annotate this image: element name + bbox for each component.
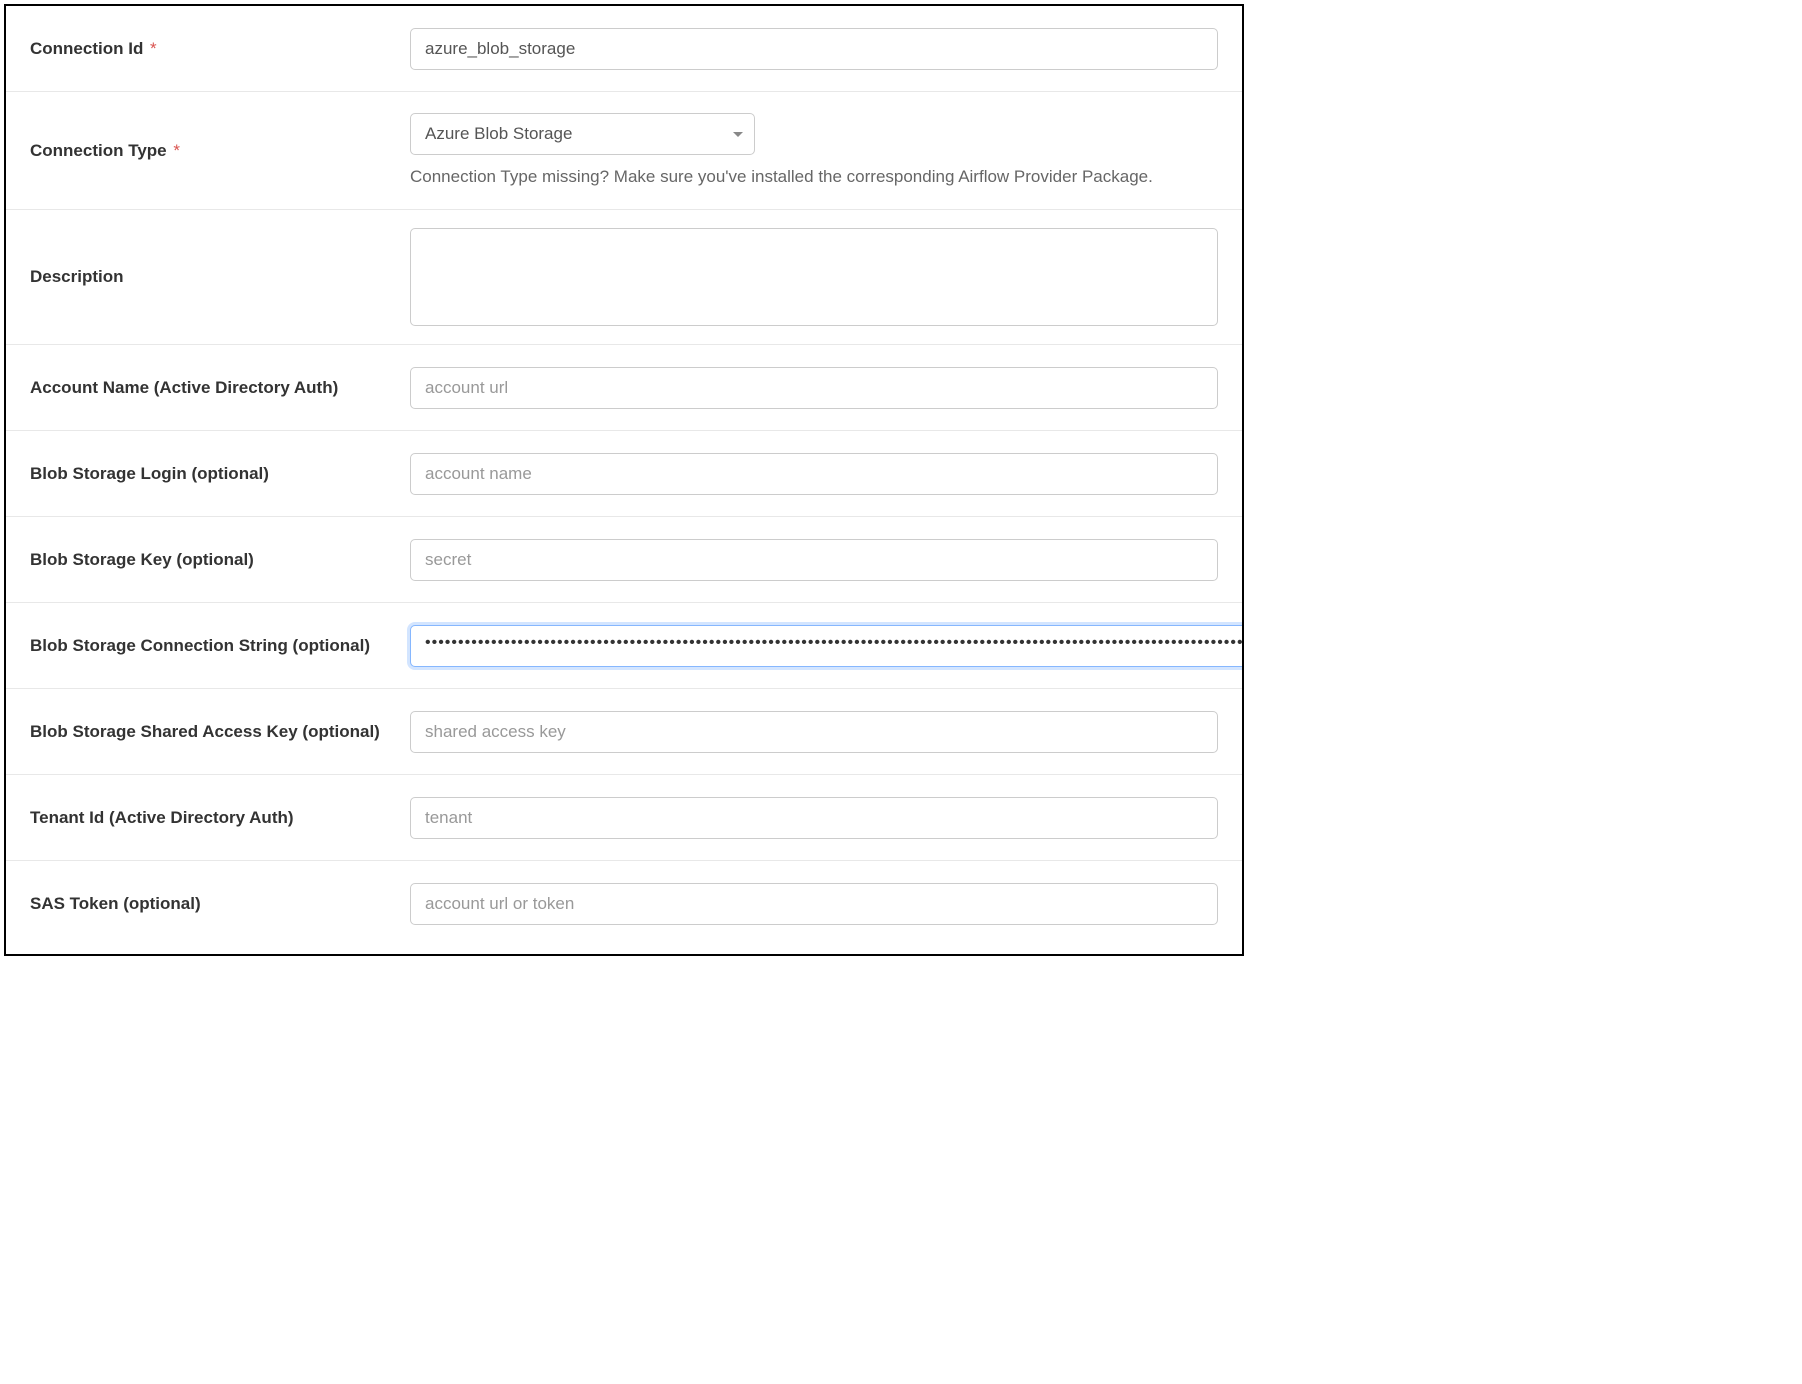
label-cell: Tenant Id (Active Directory Auth) bbox=[30, 806, 410, 830]
label-cell: Blob Storage Connection String (optional… bbox=[30, 634, 410, 658]
label-cell: Blob Storage Login (optional) bbox=[30, 462, 410, 486]
connection-id-input[interactable] bbox=[410, 28, 1218, 70]
label-cell: SAS Token (optional) bbox=[30, 892, 410, 916]
label-text: Connection Id bbox=[30, 39, 143, 58]
label-cell: Account Name (Active Directory Auth) bbox=[30, 376, 410, 400]
field-cell: Azure Blob Storage Connection Type missi… bbox=[410, 113, 1218, 189]
row-sas-token: SAS Token (optional) bbox=[6, 861, 1242, 947]
field-cell bbox=[410, 228, 1218, 326]
blob-storage-conn-string-label: Blob Storage Connection String (optional… bbox=[30, 636, 370, 655]
account-name-ad-input[interactable] bbox=[410, 367, 1218, 409]
row-tenant-id: Tenant Id (Active Directory Auth) bbox=[6, 775, 1242, 861]
label-cell: Description bbox=[30, 265, 410, 289]
description-label: Description bbox=[30, 267, 124, 286]
row-blob-storage-conn-string: Blob Storage Connection String (optional… bbox=[6, 603, 1242, 689]
account-name-ad-label: Account Name (Active Directory Auth) bbox=[30, 378, 338, 397]
required-star: * bbox=[145, 39, 156, 58]
connection-id-label: Connection Id * bbox=[30, 39, 157, 58]
field-cell bbox=[410, 453, 1218, 495]
connection-type-help-text: Connection Type missing? Make sure you'v… bbox=[410, 165, 1218, 189]
description-textarea[interactable] bbox=[410, 228, 1218, 326]
field-cell bbox=[410, 28, 1218, 70]
tenant-id-label: Tenant Id (Active Directory Auth) bbox=[30, 808, 294, 827]
label-cell: Blob Storage Key (optional) bbox=[30, 548, 410, 572]
blob-storage-login-label: Blob Storage Login (optional) bbox=[30, 464, 269, 483]
row-blob-storage-login: Blob Storage Login (optional) bbox=[6, 431, 1242, 517]
label-cell: Connection Type * bbox=[30, 139, 410, 163]
blob-storage-shared-key-input[interactable] bbox=[410, 711, 1218, 753]
blob-storage-shared-key-label: Blob Storage Shared Access Key (optional… bbox=[30, 722, 380, 741]
row-blob-storage-key: Blob Storage Key (optional) bbox=[6, 517, 1242, 603]
blob-storage-key-input[interactable] bbox=[410, 539, 1218, 581]
select-wrap: Azure Blob Storage bbox=[410, 113, 755, 155]
connection-form: Connection Id * Connection Type * Azure … bbox=[4, 4, 1244, 956]
connection-type-select[interactable]: Azure Blob Storage bbox=[410, 113, 755, 155]
sas-token-input[interactable] bbox=[410, 883, 1218, 925]
tenant-id-input[interactable] bbox=[410, 797, 1218, 839]
connection-type-label: Connection Type * bbox=[30, 141, 180, 160]
label-text: Connection Type bbox=[30, 141, 167, 160]
field-cell bbox=[410, 539, 1218, 581]
blob-storage-key-label: Blob Storage Key (optional) bbox=[30, 550, 254, 569]
field-cell bbox=[410, 797, 1218, 839]
label-cell: Blob Storage Shared Access Key (optional… bbox=[30, 720, 410, 744]
sas-token-label: SAS Token (optional) bbox=[30, 894, 201, 913]
blob-storage-login-input[interactable] bbox=[410, 453, 1218, 495]
blob-storage-conn-string-input[interactable]: ••••••••••••••••••••••••••••••••••••••••… bbox=[410, 625, 1244, 667]
field-cell bbox=[410, 883, 1218, 925]
field-cell bbox=[410, 367, 1218, 409]
label-cell: Connection Id * bbox=[30, 37, 410, 61]
field-cell: ••••••••••••••••••••••••••••••••••••••••… bbox=[410, 625, 1244, 667]
row-connection-id: Connection Id * bbox=[6, 6, 1242, 92]
row-description: Description bbox=[6, 210, 1242, 345]
required-star: * bbox=[169, 141, 180, 160]
field-cell bbox=[410, 711, 1218, 753]
row-account-name-ad: Account Name (Active Directory Auth) bbox=[6, 345, 1242, 431]
row-blob-storage-shared-key: Blob Storage Shared Access Key (optional… bbox=[6, 689, 1242, 775]
row-connection-type: Connection Type * Azure Blob Storage Con… bbox=[6, 92, 1242, 210]
